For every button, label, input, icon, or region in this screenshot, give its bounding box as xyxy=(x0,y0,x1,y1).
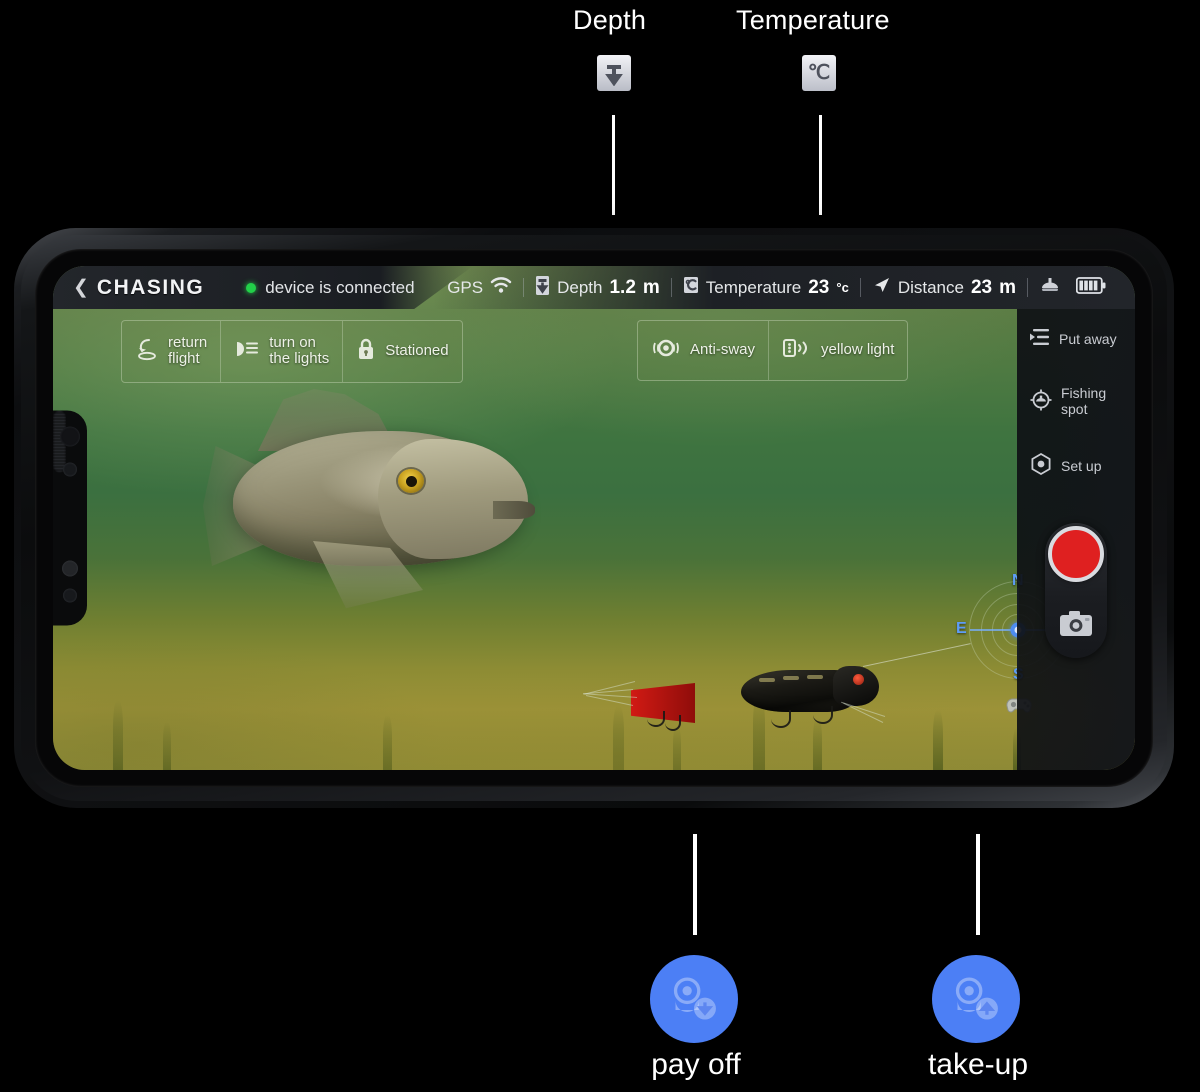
status-temperature: Temperature 23 °c xyxy=(672,276,860,299)
sonar-icon xyxy=(782,337,812,364)
front-camera-icon xyxy=(60,426,80,447)
status-depth-label: Depth xyxy=(557,277,603,297)
depth-gauge-icon xyxy=(597,55,631,91)
phone-notch xyxy=(53,410,87,626)
annotation-line-pay-off xyxy=(693,834,697,935)
status-distance-unit: m xyxy=(999,276,1016,298)
sidebar-item-put-away[interactable]: Put away xyxy=(1017,327,1135,350)
annotation-pay-off-text: pay off xyxy=(651,1048,741,1081)
sidebar-item-fishing-spot[interactable]: Fishing spot xyxy=(1017,385,1135,417)
put-away-icon xyxy=(1029,327,1051,350)
hud-lights-line2: the lights xyxy=(269,350,330,368)
screenshot-root: Depth Temperature ℃ ❮ CHASING device is … xyxy=(0,0,1200,1092)
annotation-line-depth xyxy=(612,115,615,215)
status-distance: Distance 23 m xyxy=(861,276,1027,300)
status-gps: GPS xyxy=(436,276,523,299)
navigation-arrow-icon xyxy=(872,276,891,300)
annotation-line-take-up xyxy=(976,834,980,935)
lock-icon xyxy=(356,337,376,366)
status-depth-unit: m xyxy=(642,276,660,298)
annotation-line-temperature xyxy=(819,115,822,215)
hud-yellow-light-label: yellow light xyxy=(821,341,895,358)
celsius-icon: ℃ xyxy=(802,55,836,91)
app-screen: ❮ CHASING device is connected GPS Depth … xyxy=(53,266,1135,770)
sidebar-item-set-up[interactable]: Set up xyxy=(1017,452,1135,479)
rov-icon xyxy=(1039,276,1061,299)
connection-status: device is connected xyxy=(246,277,415,298)
phone-chassis: ❮ CHASING device is connected GPS Depth … xyxy=(21,235,1167,801)
annotation-pay-off-circle xyxy=(650,955,738,1043)
set-up-icon xyxy=(1029,452,1053,479)
hud-anti-sway-label: Anti-sway xyxy=(690,341,756,358)
phone-device: ❮ CHASING device is connected GPS Depth … xyxy=(14,228,1174,808)
celsius-icon xyxy=(683,276,699,299)
fish-in-video xyxy=(203,388,535,609)
status-temperature-label: Temperature xyxy=(705,277,802,297)
record-button[interactable] xyxy=(1048,526,1104,582)
sidebar-item-label: Put away xyxy=(1059,330,1117,347)
hud-button-return-flight[interactable]: return flight xyxy=(122,321,222,382)
right-sidebar: Put away Fishing spot Set up xyxy=(1017,309,1135,770)
annotation-temperature-text: Temperature xyxy=(736,5,890,35)
depth-gauge-icon xyxy=(535,275,550,301)
battery-icon xyxy=(1075,276,1106,299)
hud-button-turn-on-lights[interactable]: turn on the lights xyxy=(221,321,344,382)
status-bar-left: ❮ CHASING device is connected xyxy=(53,266,473,309)
sidebar-item-label: Set up xyxy=(1061,457,1102,474)
status-depth: Depth 1.2 m xyxy=(524,275,671,301)
annotation-depth-text: Depth xyxy=(573,5,647,35)
compass-east: E xyxy=(956,620,967,637)
capture-control-group xyxy=(1045,523,1107,658)
return-flight-icon xyxy=(135,337,159,366)
dot-projector-icon xyxy=(63,588,77,603)
light-icon xyxy=(234,338,260,365)
hud-lights-line1: turn on xyxy=(269,333,316,351)
connection-status-label: device is connected xyxy=(265,277,415,297)
status-gps-label: GPS xyxy=(447,277,484,297)
brand-logo: CHASING xyxy=(96,275,205,299)
red-lure-in-video xyxy=(583,671,695,741)
hud-button-yellow-light[interactable]: yellow light xyxy=(769,321,907,380)
status-distance-label: Distance xyxy=(897,277,964,297)
fishing-spot-icon xyxy=(1029,388,1053,415)
status-rov xyxy=(1028,276,1117,299)
ir-sensor-icon xyxy=(62,560,78,577)
wifi-icon xyxy=(490,276,512,299)
status-bar-right: GPS Depth 1.2 m Temperature 23 °c Distan… xyxy=(433,266,1135,309)
status-depth-value: 1.2 xyxy=(609,276,636,298)
back-chevron-icon[interactable]: ❮ xyxy=(73,276,89,299)
hud-return-flight-line2: flight xyxy=(168,350,200,368)
hud-right-controls: Anti-sway yellow light xyxy=(637,320,909,381)
app-status-bar: ❮ CHASING device is connected GPS Depth … xyxy=(53,266,1135,309)
hud-left-controls: return flight turn on the lights Station… xyxy=(121,320,463,383)
hud-button-anti-sway[interactable]: Anti-sway xyxy=(638,321,770,380)
status-distance-value: 23 xyxy=(970,276,993,298)
sidebar-item-label: Fishing spot xyxy=(1061,385,1107,417)
annotation-take-up-circle xyxy=(932,955,1020,1043)
phone-bezel: ❮ CHASING device is connected GPS Depth … xyxy=(35,249,1153,787)
hud-return-flight-line1: return xyxy=(168,333,208,351)
hard-lure-in-video xyxy=(713,643,971,741)
status-temperature-value: 23 xyxy=(808,276,830,298)
camera-shutter-button[interactable] xyxy=(1059,610,1093,642)
connection-dot-icon xyxy=(246,282,257,293)
proximity-sensor-icon xyxy=(63,462,77,477)
hud-stationed-label: Stationed xyxy=(385,342,449,359)
anti-sway-icon xyxy=(651,338,681,363)
annotation-take-up-text: take-up xyxy=(927,1048,1029,1081)
status-temperature-unit: °c xyxy=(836,280,849,295)
hud-button-stationed[interactable]: Stationed xyxy=(343,321,461,382)
